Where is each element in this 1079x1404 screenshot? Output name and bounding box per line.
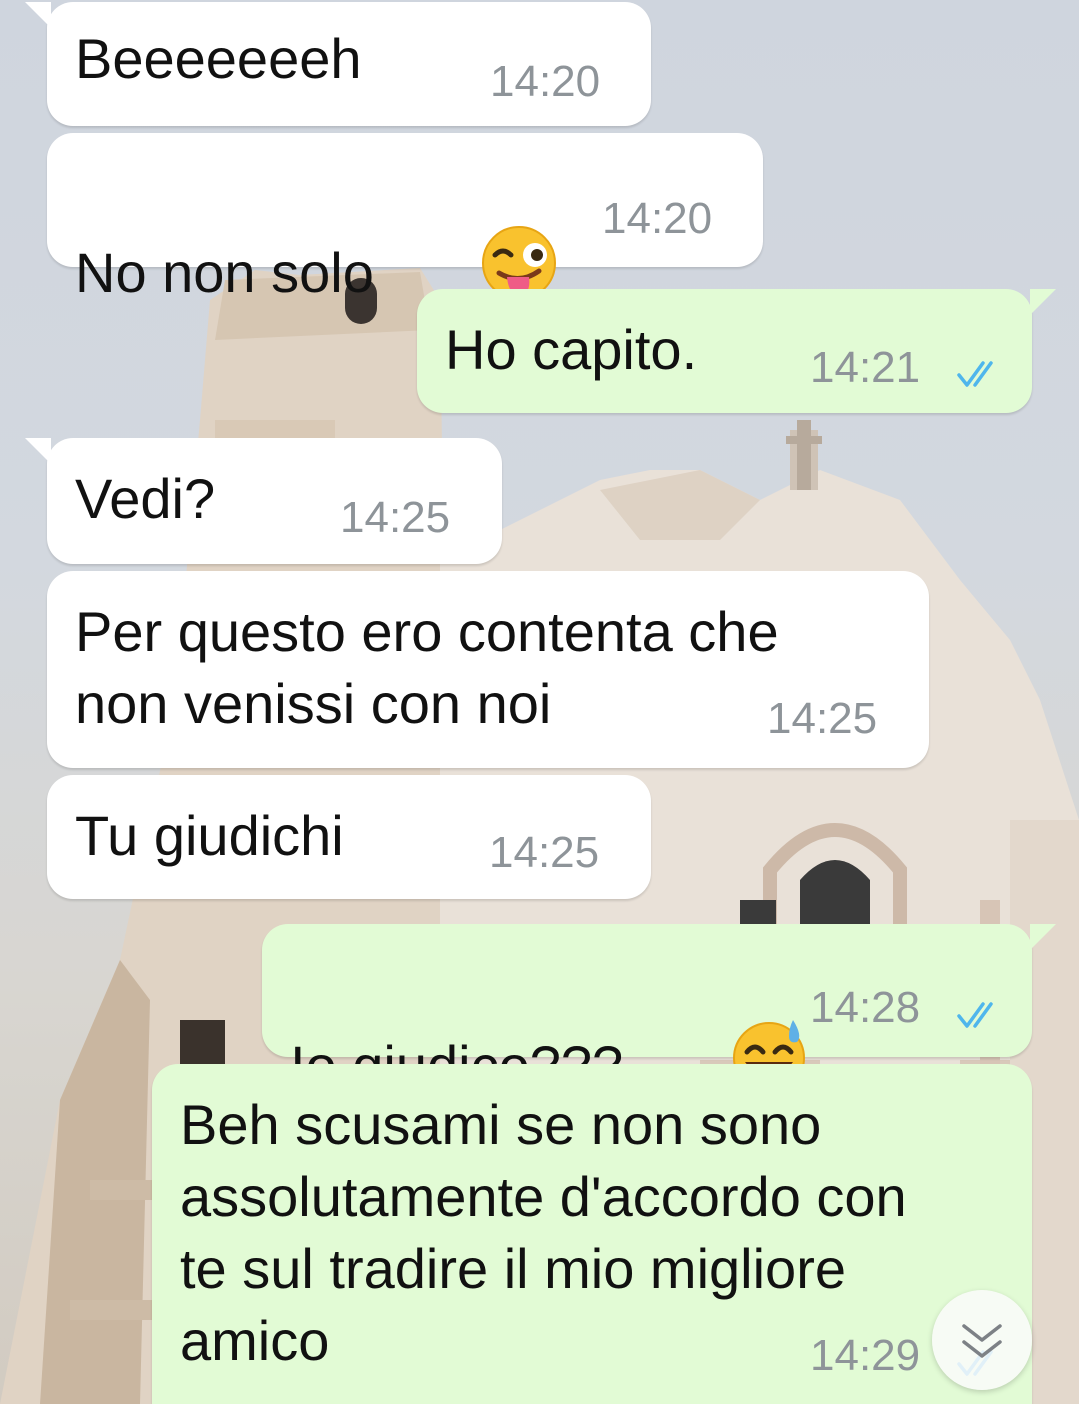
bubble-tail	[1030, 289, 1056, 315]
message-text-line: assolutamente d'accordo con	[180, 1165, 907, 1228]
message-text-content: No non solo	[75, 240, 374, 304]
read-receipt-double-check-icon	[957, 1002, 993, 1028]
message-bubble-outgoing[interactable]: Io giudico??? 14:28	[262, 924, 1056, 1097]
message-timestamp: 14:21	[810, 343, 921, 392]
message-bubble-incoming[interactable]: Per questo ero contenta che non venissi …	[47, 571, 929, 768]
message-text: Beeeeeeeh	[75, 27, 362, 90]
scroll-to-bottom-button[interactable]	[932, 1290, 1032, 1390]
message-timestamp: 14:25	[340, 493, 451, 542]
message-text: Ho capito.	[445, 318, 698, 381]
message-text-line: Per questo ero contenta che	[75, 600, 779, 663]
read-receipt-double-check-icon	[957, 361, 993, 387]
message-bubble-incoming[interactable]: No non solo 14:20	[47, 133, 763, 304]
message-text-line: Beh scusami se non sono	[180, 1093, 822, 1156]
bubble-tail	[1030, 924, 1056, 950]
message-bubble-incoming[interactable]: Tu giudichi 14:25	[47, 775, 651, 899]
message-text: Tu giudichi	[75, 804, 344, 867]
message-text-line: amico	[180, 1309, 330, 1372]
message-text-line: te sul tradire il mio migliore	[180, 1237, 846, 1300]
message-timestamp: 14:25	[489, 828, 600, 877]
message-timestamp: 14:25	[767, 694, 878, 743]
message-text: Vedi?	[75, 467, 216, 530]
double-chevron-down-icon	[962, 1324, 1002, 1358]
message-bubble-outgoing[interactable]: Ho capito. 14:21	[417, 289, 1056, 413]
message-bubble-incoming[interactable]: Beeeeeeeh 14:20	[25, 2, 651, 126]
message-timestamp: 14:28	[810, 983, 921, 1032]
bubble-tail	[25, 438, 51, 464]
message-bubble-incoming[interactable]: Vedi? 14:25	[25, 438, 502, 564]
message-text-line: non venissi con noi	[75, 672, 552, 735]
message-timestamp: 14:29	[810, 1331, 921, 1380]
bubble-tail	[25, 2, 51, 28]
message-timestamp: 14:20	[602, 194, 713, 243]
message-bubble-outgoing[interactable]: Beh scusami se non sono assolutamente d'…	[152, 1064, 1032, 1404]
message-timestamp: 14:20	[490, 57, 601, 106]
